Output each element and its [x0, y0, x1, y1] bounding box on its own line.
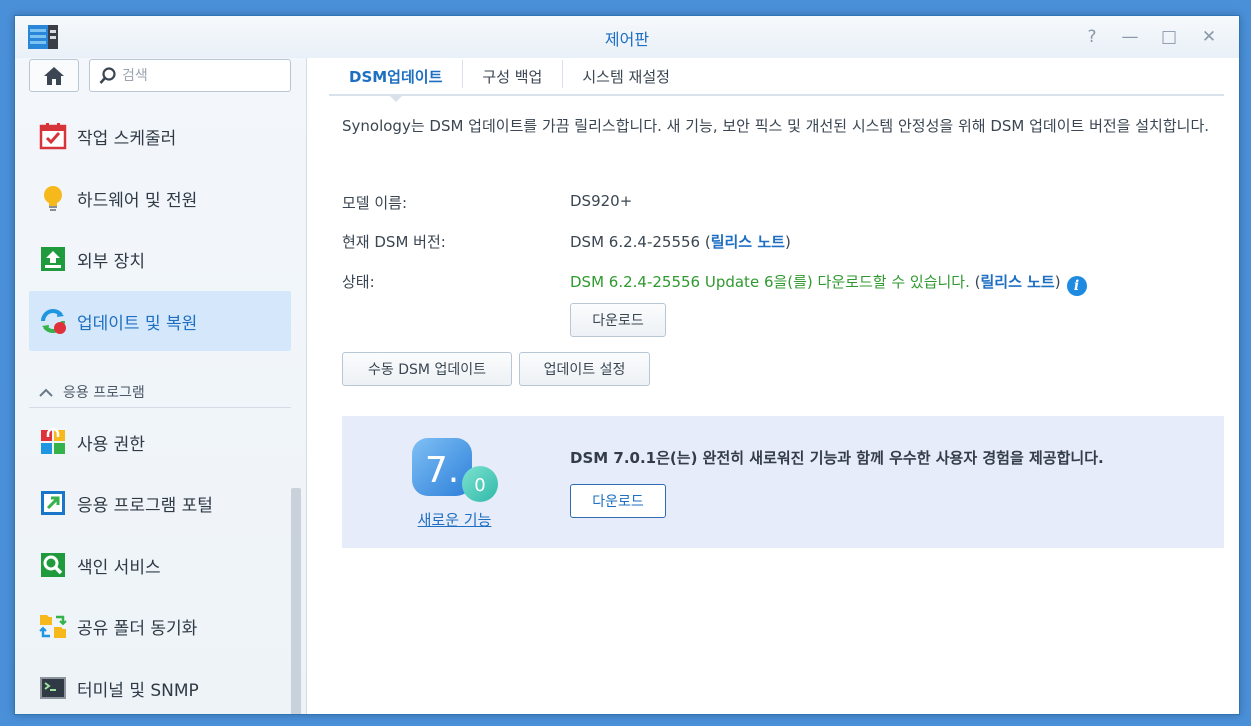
- tab-config-backup[interactable]: 구성 백업: [462, 58, 562, 94]
- help-button[interactable]: ?: [1082, 27, 1102, 47]
- download-button[interactable]: 다운로드: [570, 303, 666, 337]
- status-release-notes-link[interactable]: 릴리스 노트: [980, 273, 1054, 291]
- update-description: Synology는 DSM 업데이트를 가끔 릴리스합니다. 새 기능, 보안 …: [342, 117, 1210, 135]
- promo-download-button[interactable]: 다운로드: [570, 484, 666, 518]
- model-label: 모델 이름:: [342, 194, 408, 212]
- version-row: DSM 6.2.4-25556 (릴리스 노트): [570, 233, 791, 251]
- badge-major-text: 7.: [425, 450, 459, 491]
- sidebar-item-hardware-power[interactable]: 하드웨어 및 전원: [29, 168, 291, 228]
- chevron-up-icon: [39, 388, 53, 397]
- home-button[interactable]: [29, 59, 79, 92]
- minimize-button[interactable]: —: [1120, 27, 1140, 47]
- dsm7-promo-panel: 7. 0 새로운 기능 DSM 7.0.1은(는) 완전히 새로워진 기능과 함…: [342, 416, 1224, 548]
- dsm7-badge-icon: 7. 0: [412, 438, 498, 502]
- section-label: 응용 프로그램: [63, 384, 145, 401]
- sidebar-scrollbar[interactable]: [291, 488, 301, 714]
- sidebar-item-update-restore[interactable]: 업데이트 및 복원: [29, 291, 291, 351]
- status-value: DSM 6.2.4-25556 Update 6을(를) 다운로드할 수 있습니…: [570, 273, 970, 291]
- search-input[interactable]: [122, 66, 282, 86]
- model-value: DS920+: [570, 192, 633, 210]
- sidebar-item-privileges[interactable]: 사용 권한: [29, 412, 291, 472]
- sidebar-item-label: 작업 스케줄러: [77, 128, 177, 149]
- update-settings-button[interactable]: 업데이트 설정: [519, 352, 650, 386]
- task-scheduler-icon: [39, 123, 67, 150]
- maximize-button[interactable]: □: [1159, 27, 1179, 47]
- sidebar-item-shared-folder-sync[interactable]: 공유 폴더 동기화: [29, 596, 291, 656]
- version-label: 현재 DSM 버전:: [342, 233, 446, 251]
- section-applications-toggle[interactable]: 응용 프로그램: [29, 376, 291, 408]
- close-button[interactable]: ✕: [1199, 27, 1219, 47]
- home-icon: [44, 66, 64, 85]
- sidebar-item-label: 외부 장치: [77, 251, 145, 272]
- search-box[interactable]: [89, 59, 291, 92]
- manual-dsm-update-button[interactable]: 수동 DSM 업데이트: [342, 352, 512, 386]
- external-device-icon: [41, 247, 65, 271]
- tab-bar: DSM업데이트 구성 백업 시스템 재설정: [329, 58, 1224, 102]
- tab-system-reset[interactable]: 시스템 재설정: [562, 58, 690, 94]
- terminal-icon: [40, 677, 66, 699]
- version-value: DSM 6.2.4-25556: [570, 233, 701, 251]
- info-icon[interactable]: i: [1066, 276, 1087, 296]
- sidebar-item-external-devices[interactable]: 외부 장치: [29, 229, 291, 289]
- sidebar-item-indexing-service[interactable]: 색인 서비스: [29, 535, 291, 595]
- update-restore-icon: [41, 309, 66, 334]
- control-panel-window: 제어판 ? — □ ✕ 작업 스케줄러: [14, 15, 1240, 715]
- app-portal-icon: [41, 491, 65, 515]
- lightbulb-icon: [44, 186, 62, 211]
- window-title: 제어판: [604, 30, 650, 49]
- sidebar-item-label: 사용 권한: [77, 434, 145, 455]
- sidebar-item-label: 업데이트 및 복원: [77, 313, 198, 334]
- sidebar-item-task-scheduler[interactable]: 작업 스케줄러: [29, 106, 291, 166]
- sidebar-item-label: 공유 폴더 동기화: [77, 618, 198, 639]
- promo-text: DSM 7.0.1은(는) 완전히 새로워진 기능과 함께 우수한 사용자 경험…: [570, 449, 1104, 467]
- sidebar: 작업 스케줄러 하드웨어 및 전원 외부 장치: [15, 58, 307, 714]
- title-bar: 제어판 ? — □ ✕: [15, 16, 1239, 58]
- main-panel: DSM업데이트 구성 백업 시스템 재설정 Synology는 DSM 업데이트…: [329, 58, 1239, 714]
- status-label: 상태:: [342, 273, 375, 291]
- badge-minor-text: 0: [474, 475, 485, 496]
- sidebar-item-application-portal[interactable]: 응용 프로그램 포털: [29, 473, 291, 533]
- sidebar-item-label: 하드웨어 및 전원: [77, 190, 198, 211]
- status-row: DSM 6.2.4-25556 Update 6을(를) 다운로드할 수 있습니…: [570, 271, 1087, 296]
- sidebar-item-label: 터미널 및 SNMP: [77, 680, 199, 701]
- release-notes-link[interactable]: 릴리스 노트: [711, 233, 785, 251]
- search-icon: [99, 67, 116, 84]
- sidebar-item-terminal-snmp[interactable]: 터미널 및 SNMP: [29, 658, 291, 714]
- shared-folder-sync-icon: [39, 615, 67, 638]
- sidebar-item-label: 응용 프로그램 포털: [77, 495, 213, 516]
- privileges-icon: [41, 428, 65, 454]
- sidebar-item-label: 색인 서비스: [77, 557, 161, 578]
- new-features-link[interactable]: 새로운 기능: [382, 509, 527, 530]
- indexing-service-icon: [41, 553, 65, 577]
- tab-dsm-update[interactable]: DSM업데이트: [329, 58, 462, 102]
